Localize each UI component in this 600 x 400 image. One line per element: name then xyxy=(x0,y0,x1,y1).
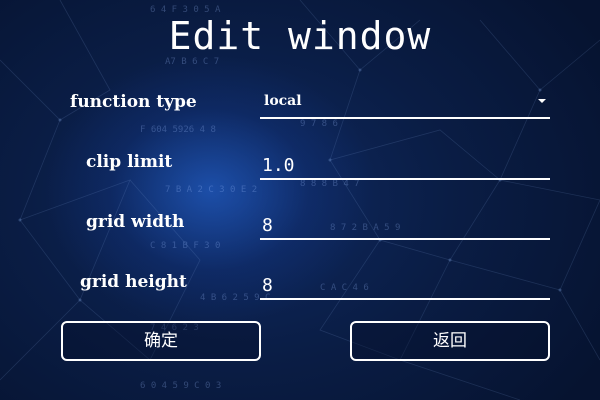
clip-limit-label: clip limit xyxy=(86,152,173,172)
svg-text:7 B A 2 C 3 0 E 2: 7 B A 2 C 3 0 E 2 xyxy=(165,185,257,195)
chevron-down-icon[interactable] xyxy=(538,99,546,103)
function-type-dropdown[interactable]: local xyxy=(260,91,550,119)
svg-text:F 604 5926 4 8: F 604 5926 4 8 xyxy=(140,125,216,135)
confirm-button[interactable]: 确定 xyxy=(61,321,261,361)
grid-height-label: grid height xyxy=(80,272,187,292)
function-type-value: local xyxy=(264,93,302,109)
svg-text:A7 B 6 C 7: A7 B 6 C 7 xyxy=(165,57,219,67)
clip-limit-value: 1.0 xyxy=(262,155,295,176)
grid-height-input[interactable]: 8 xyxy=(260,272,550,300)
svg-text:8 8 8 B 4 7: 8 8 8 B 4 7 xyxy=(300,179,360,189)
clip-limit-input[interactable]: 1.0 xyxy=(260,152,550,180)
svg-text:C 8 1 B F 3 0: C 8 1 B F 3 0 xyxy=(150,241,220,251)
grid-width-value: 8 xyxy=(262,215,273,236)
function-type-label: function type xyxy=(70,92,197,112)
window-title: Edit window xyxy=(168,14,432,58)
back-button[interactable]: 返回 xyxy=(350,321,550,361)
grid-height-value: 8 xyxy=(262,275,273,296)
svg-text:6 0 4 5 9 C 0 3: 6 0 4 5 9 C 0 3 xyxy=(140,381,221,391)
grid-width-input[interactable]: 8 xyxy=(260,212,550,240)
grid-width-label: grid width xyxy=(86,212,185,232)
svg-text:9 7 8 6: 9 7 8 6 xyxy=(300,119,338,129)
